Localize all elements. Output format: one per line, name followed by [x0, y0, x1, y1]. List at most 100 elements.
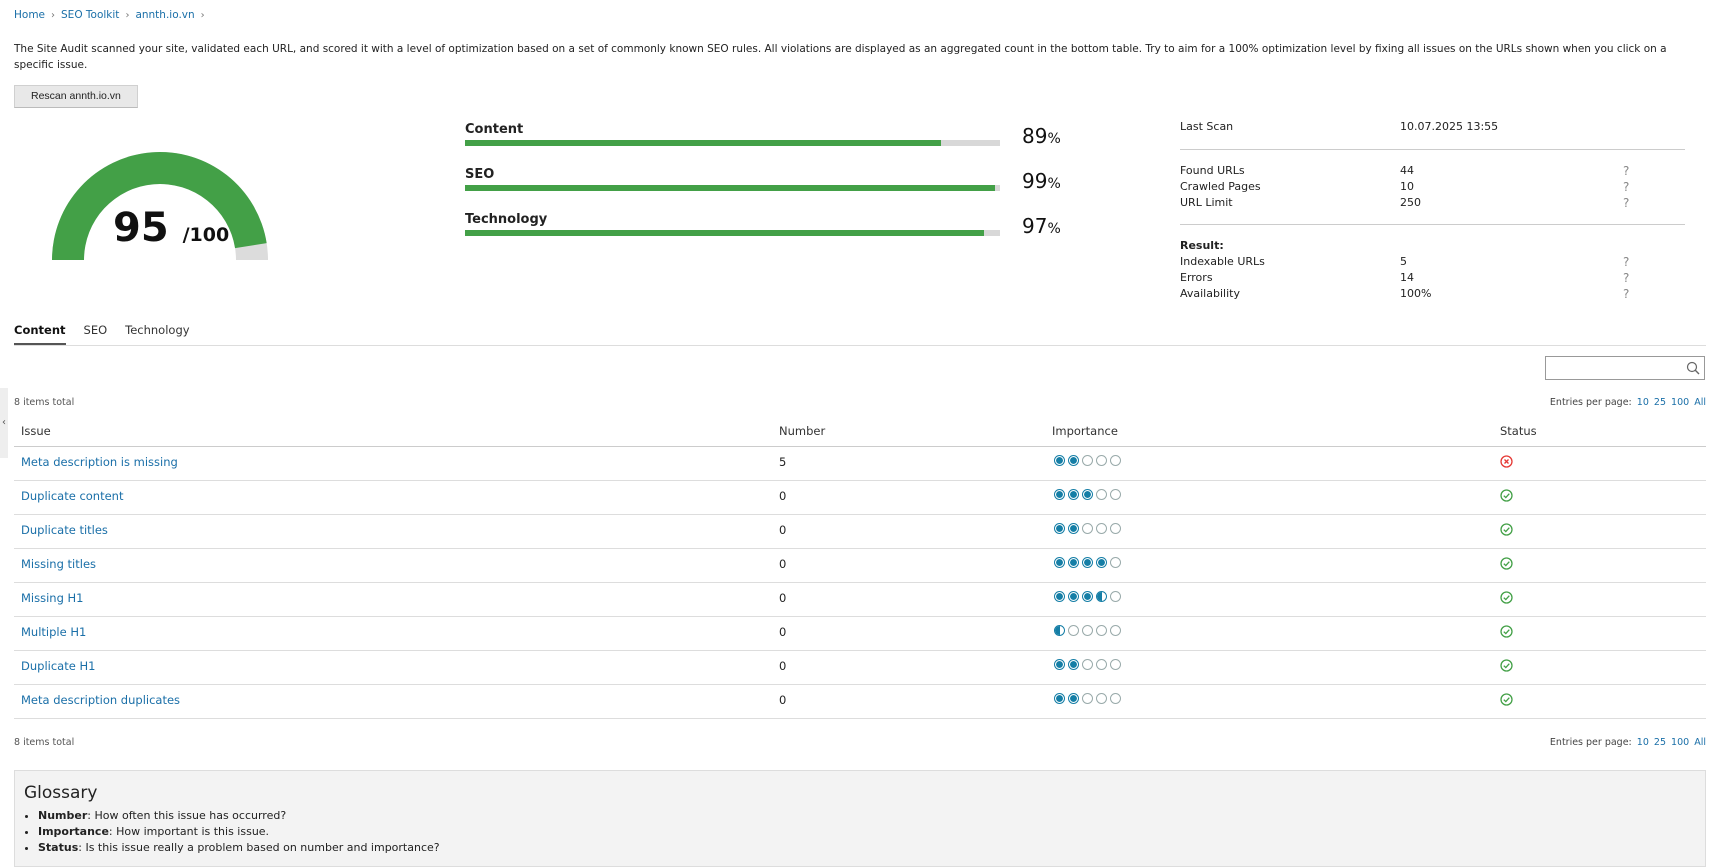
indexable-urls-value: 5: [1400, 255, 1407, 268]
issue-link[interactable]: Missing titles: [21, 557, 96, 571]
table-row[interactable]: Duplicate content 0: [14, 481, 1706, 515]
intro-text: The Site Audit scanned your site, valida…: [14, 43, 1667, 71]
errors-label: Errors: [1180, 271, 1213, 284]
table-row[interactable]: Missing titles 0: [14, 549, 1706, 583]
table-row[interactable]: Meta description is missing 5: [14, 447, 1706, 481]
last-scan-value: 10.07.2025 13:55: [1400, 120, 1499, 133]
issue-link[interactable]: Meta description is missing: [21, 455, 178, 469]
glossary-text: : How important is this issue.: [108, 825, 270, 838]
category-percent: 89%: [1022, 124, 1061, 148]
issue-link[interactable]: Multiple H1: [21, 625, 86, 639]
status-indicator: [1500, 489, 1513, 505]
entries-option-100[interactable]: 100: [1671, 397, 1689, 408]
entries-option-all[interactable]: All: [1694, 737, 1706, 748]
importance-dot: [1110, 523, 1121, 534]
table-row[interactable]: Meta description duplicates 0: [14, 685, 1706, 719]
issue-number: 0: [779, 591, 787, 605]
importance-dot: [1082, 489, 1093, 500]
status-indicator: [1500, 591, 1513, 607]
entries-option-all[interactable]: All: [1694, 397, 1706, 408]
category-label: Technology: [465, 212, 548, 227]
issue-number: 0: [779, 659, 787, 673]
entries-option-25[interactable]: 25: [1654, 737, 1666, 748]
importance-dot: [1110, 557, 1121, 568]
importance-dot: [1054, 693, 1065, 704]
help-icon[interactable]: ?: [1623, 271, 1629, 285]
issue-link[interactable]: Missing H1: [21, 591, 84, 605]
issue-number: 5: [779, 455, 787, 469]
check-circle-icon: [1500, 489, 1513, 502]
entries-option-100[interactable]: 100: [1671, 737, 1689, 748]
score-max: /100: [182, 224, 230, 246]
tab-technology[interactable]: Technology: [125, 323, 189, 345]
category-percent: 99%: [1022, 169, 1061, 193]
check-circle-icon: [1500, 557, 1513, 570]
issue-link[interactable]: Meta description duplicates: [21, 693, 180, 707]
glossary-term: Importance: [38, 825, 109, 838]
entries-option-10[interactable]: 10: [1637, 397, 1649, 408]
table-row[interactable]: Missing H1 0: [14, 583, 1706, 617]
table-row[interactable]: Duplicate H1 0: [14, 651, 1706, 685]
divider: [1180, 224, 1685, 225]
percent-unit: %: [1047, 221, 1061, 237]
help-icon[interactable]: ?: [1623, 196, 1629, 210]
found-urls-label: Found URLs: [1180, 164, 1245, 177]
percent-value: 89: [1022, 124, 1048, 148]
importance-dot: [1068, 591, 1079, 602]
column-number[interactable]: Number: [779, 424, 825, 438]
breadcrumb-home[interactable]: Home: [14, 9, 45, 21]
category-seo: SEO 99%: [465, 167, 1065, 193]
tab-seo[interactable]: SEO: [84, 323, 108, 345]
entries-per-page: Entries per page: 10 25 100 All: [1550, 397, 1706, 408]
help-icon[interactable]: ?: [1623, 287, 1629, 301]
help-icon[interactable]: ?: [1623, 180, 1629, 194]
column-importance[interactable]: Importance: [1052, 424, 1118, 438]
importance-dot: [1096, 693, 1107, 704]
issue-link[interactable]: Duplicate H1: [21, 659, 95, 673]
glossary-item: Number: How often this issue has occurre…: [38, 808, 440, 824]
collapse-handle[interactable]: ‹: [0, 388, 8, 458]
help-icon[interactable]: ?: [1623, 164, 1629, 178]
table-row[interactable]: Duplicate titles 0: [14, 515, 1706, 549]
glossary-text: : Is this issue really a problem based o…: [78, 841, 440, 854]
items-total-bottom: 8 items total: [14, 737, 75, 748]
column-status[interactable]: Status: [1500, 424, 1537, 438]
entries-option-25[interactable]: 25: [1654, 397, 1666, 408]
importance-dot: [1110, 659, 1121, 670]
entries-per-page-bottom: Entries per page: 10 25 100 All: [1550, 737, 1706, 748]
percent-value: 99: [1022, 169, 1048, 193]
entries-label: Entries per page:: [1549, 737, 1632, 748]
divider: [1180, 149, 1685, 150]
issue-number: 0: [779, 523, 787, 537]
progress-fill: [465, 185, 995, 191]
search-input[interactable]: [1546, 357, 1684, 377]
chevron-right-icon: ›: [200, 9, 205, 21]
importance-dot: [1054, 523, 1065, 534]
issue-link[interactable]: Duplicate titles: [21, 523, 108, 537]
column-issue[interactable]: Issue: [21, 424, 51, 438]
rescan-button[interactable]: Rescan annth.io.vn: [14, 85, 138, 108]
status-indicator: [1500, 625, 1513, 641]
issue-link[interactable]: Duplicate content: [21, 489, 123, 503]
entries-option-10[interactable]: 10: [1637, 737, 1649, 748]
importance-dot: [1068, 557, 1079, 568]
importance-rating: [1054, 523, 1121, 534]
importance-dot: [1096, 557, 1107, 568]
search-icon[interactable]: [1686, 361, 1700, 375]
importance-dot: [1096, 523, 1107, 534]
importance-dot: [1068, 659, 1079, 670]
progress-fill: [465, 140, 942, 146]
importance-rating: [1054, 693, 1121, 704]
importance-dot: [1110, 455, 1121, 466]
tab-content[interactable]: Content: [14, 323, 66, 345]
help-icon[interactable]: ?: [1623, 255, 1629, 269]
importance-dot: [1110, 693, 1121, 704]
check-circle-icon: [1500, 591, 1513, 604]
search-box[interactable]: [1545, 356, 1705, 380]
breadcrumb-site[interactable]: annth.io.vn: [135, 9, 194, 21]
importance-dot: [1054, 455, 1065, 466]
glossary-term: Status: [38, 841, 79, 854]
table-row[interactable]: Multiple H1 0: [14, 617, 1706, 651]
status-indicator: [1500, 659, 1513, 675]
breadcrumb-seo-toolkit[interactable]: SEO Toolkit: [61, 9, 119, 21]
